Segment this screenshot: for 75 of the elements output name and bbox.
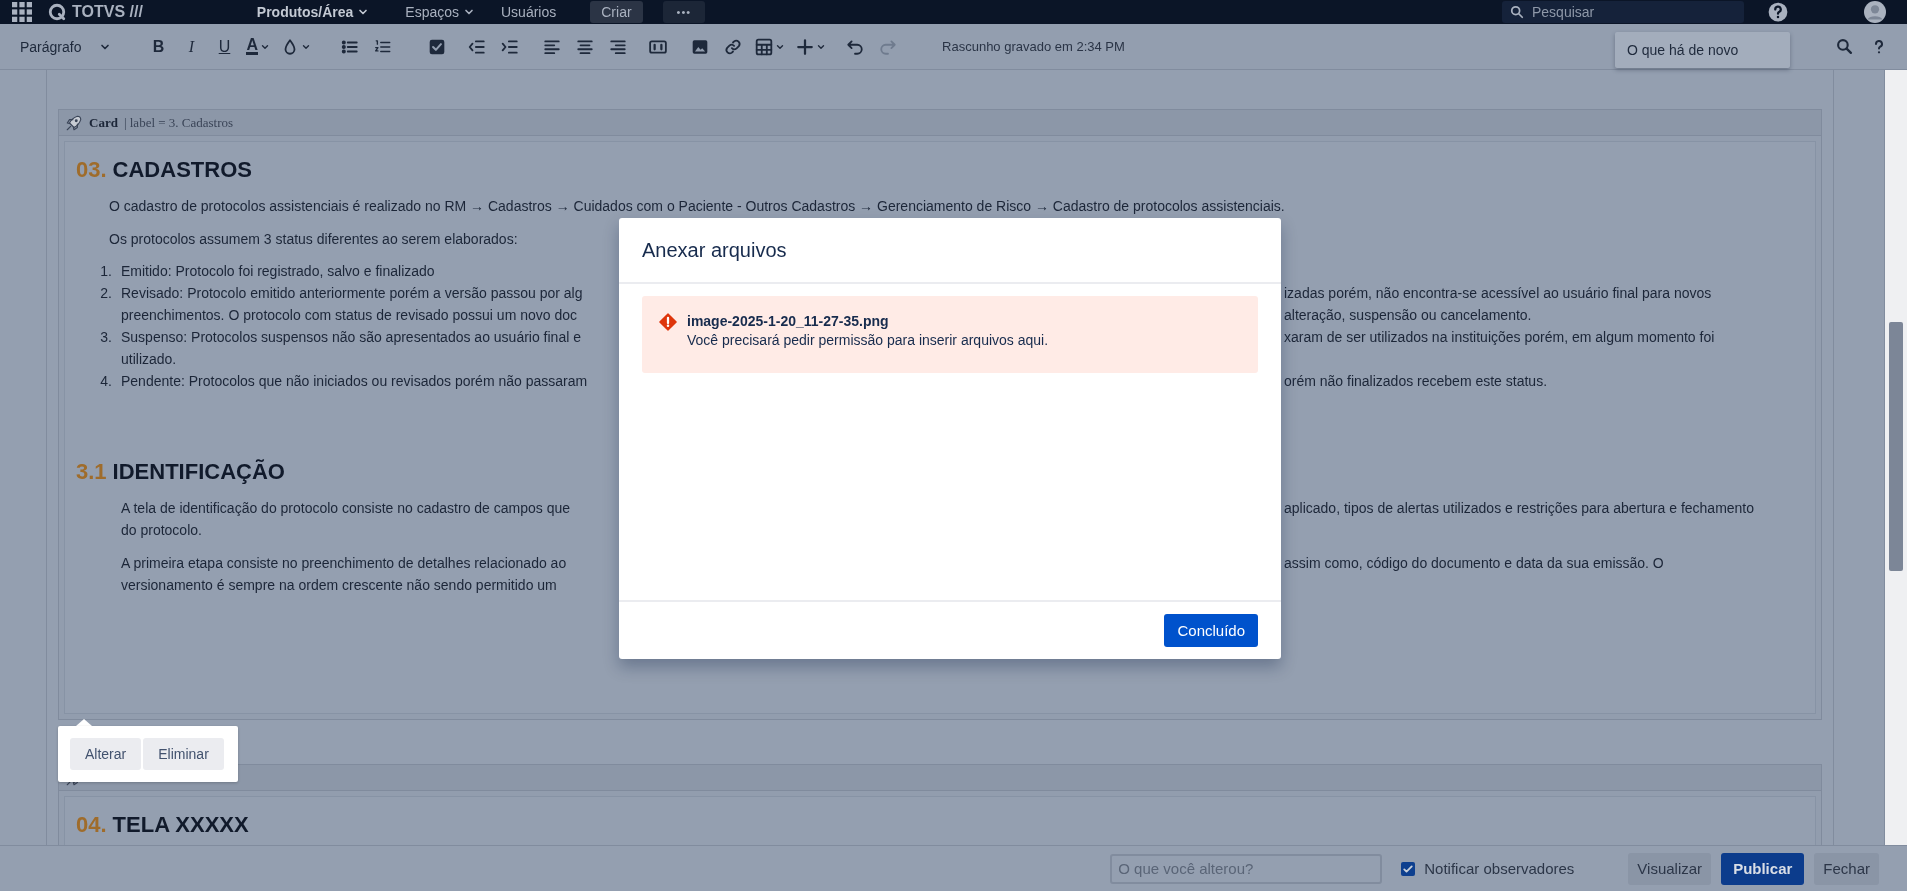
list-item-text: Suspenso: Protocolos suspensos não são apresentados ao usuário final e <box>121 328 582 347</box>
paragraph-text: O cadastro de protocolos assistenciais é realizado no RM → Cadastros → Cuidados com o Paciente - Outros Cadastros → Gerenciamento de Risco → Cadastro de protocolos assistenciais. <box>109 197 1285 216</box>
image-icon <box>691 37 710 56</box>
error-icon <box>659 313 677 331</box>
undo-icon <box>846 37 865 56</box>
paragraph-text: Os protocolos assumem 3 status diferentes ao serem elaborados: <box>109 230 518 249</box>
paragraph-text: aplicado, tipos de alertas utilizados e restrições para abertura e fechamento <box>1284 499 1755 518</box>
heading-text: CADASTROS <box>112 156 252 184</box>
list-item-text: Revisado: Protocolo emitido anteriormente porém a versão passou por alg <box>121 284 584 303</box>
notify-checkbox[interactable] <box>1401 861 1416 876</box>
paragraph-text: assim como, código do documento e data da sua emissão. O <box>1284 554 1664 573</box>
logo[interactable]: TOTVS /// <box>48 3 143 21</box>
macro-name: Card <box>89 114 118 131</box>
underline-button[interactable]: U <box>210 31 239 62</box>
paragraph-text: A primeira etapa consiste no preenchimento de detalhes relacionado ao <box>121 554 568 573</box>
scrollbar-thumb[interactable] <box>1889 322 1903 571</box>
macro-action-button[interactable]: Eliminar <box>143 738 224 770</box>
search-field[interactable]: Pesquisar <box>1502 1 1744 23</box>
publish-button[interactable]: Publicar <box>1721 852 1805 885</box>
list-item-text: utilizado. <box>121 350 177 369</box>
list-number: 2. <box>99 284 113 303</box>
footer-button[interactable]: Fechar <box>1814 852 1879 885</box>
footer-button[interactable]: Visualizar <box>1628 852 1712 885</box>
app-menu[interactable]: Produtos/Área <box>250 1 376 23</box>
whats-new-popup[interactable]: O que há de novo <box>1615 32 1790 68</box>
error-text: Você precisará pedir permissão para inserir arquivos aqui. <box>687 332 1049 348</box>
heading-text: TELA XXXXX <box>112 811 249 839</box>
save-status-text: Rascunho gravado em 2:34 PM <box>942 39 1125 54</box>
table-icon <box>755 37 774 56</box>
layout-icon <box>649 37 668 56</box>
paragraph-text: do protocolo. <box>121 521 202 540</box>
create-button[interactable]: Criar <box>590 1 643 23</box>
list-item-text: alteração, suspensão ou cancelamento. <box>1284 306 1532 325</box>
paragraph-text: A tela de identificação do protocolo consiste no cadastro de campos que <box>121 499 572 518</box>
italic-button[interactable]: I <box>177 31 206 62</box>
nav-menu[interactable]: Espaços <box>399 1 481 23</box>
list-item-text: Emitido: Protocolo foi registrado, salvo e finalizado <box>121 262 435 281</box>
list-number: 3. <box>99 328 113 347</box>
macro-parameters: | label = 3. Cadastros <box>123 114 234 131</box>
heading-text: IDENTIFICAÇÃO <box>112 458 285 486</box>
plus-icon <box>796 37 815 56</box>
align-center-icon <box>576 37 595 56</box>
heading-number: 03. <box>76 156 107 184</box>
bold-button[interactable]: B <box>144 31 173 62</box>
notify-label: Notificar observadores <box>1424 860 1575 877</box>
list-item-text: xaram de ser utilizados na instituições porém, em algum momento foi <box>1284 328 1715 347</box>
paragraph-style-select[interactable]: Parágrafo <box>14 31 118 62</box>
scrollbar[interactable] <box>1885 70 1907 845</box>
file-name: image-2025-1-20_11-27-35.png <box>687 313 890 329</box>
list-number: 4. <box>99 372 113 391</box>
done-button[interactable]: Concluído <box>1164 614 1258 647</box>
list-number: 1. <box>99 262 113 281</box>
list-item-text: Pendente: Protocolos que não iniciados ou revisados porém não passaram <box>121 372 589 391</box>
list-item-text: izadas porém, não encontra-se acessível ao usuário final para novos <box>1284 284 1712 303</box>
comment-field[interactable]: O que você alterou? <box>1110 853 1383 884</box>
logo-icon <box>48 3 66 21</box>
search-icon <box>1836 38 1853 55</box>
link-icon <box>724 37 743 56</box>
align-right-icon <box>609 37 628 56</box>
dialog-title: Anexar arquivos <box>619 218 1281 284</box>
text-color-button[interactable]: A <box>243 31 274 62</box>
heading-number: 3.1 <box>76 458 107 486</box>
indent-icon <box>501 37 520 56</box>
outdent-icon <box>468 37 487 56</box>
heading-number: 04. <box>76 811 107 839</box>
more-button[interactable]: ••• <box>662 1 706 23</box>
list-item-text: preenchimentos. O protocolo com status de revisado possui um novo doc <box>121 306 579 325</box>
checkbox-icon <box>428 37 447 56</box>
grid-icon <box>12 2 32 22</box>
paragraph-text: versionamento é sempre na ordem crescente não sendo permitido um <box>121 576 557 595</box>
redo-icon <box>879 37 898 56</box>
nav-link[interactable]: Usuários <box>495 1 563 23</box>
list-item-text: orém não finalizados recebem este status. <box>1284 372 1548 391</box>
align-left-icon <box>543 37 562 56</box>
macro-action-button[interactable]: Alterar <box>70 738 142 770</box>
